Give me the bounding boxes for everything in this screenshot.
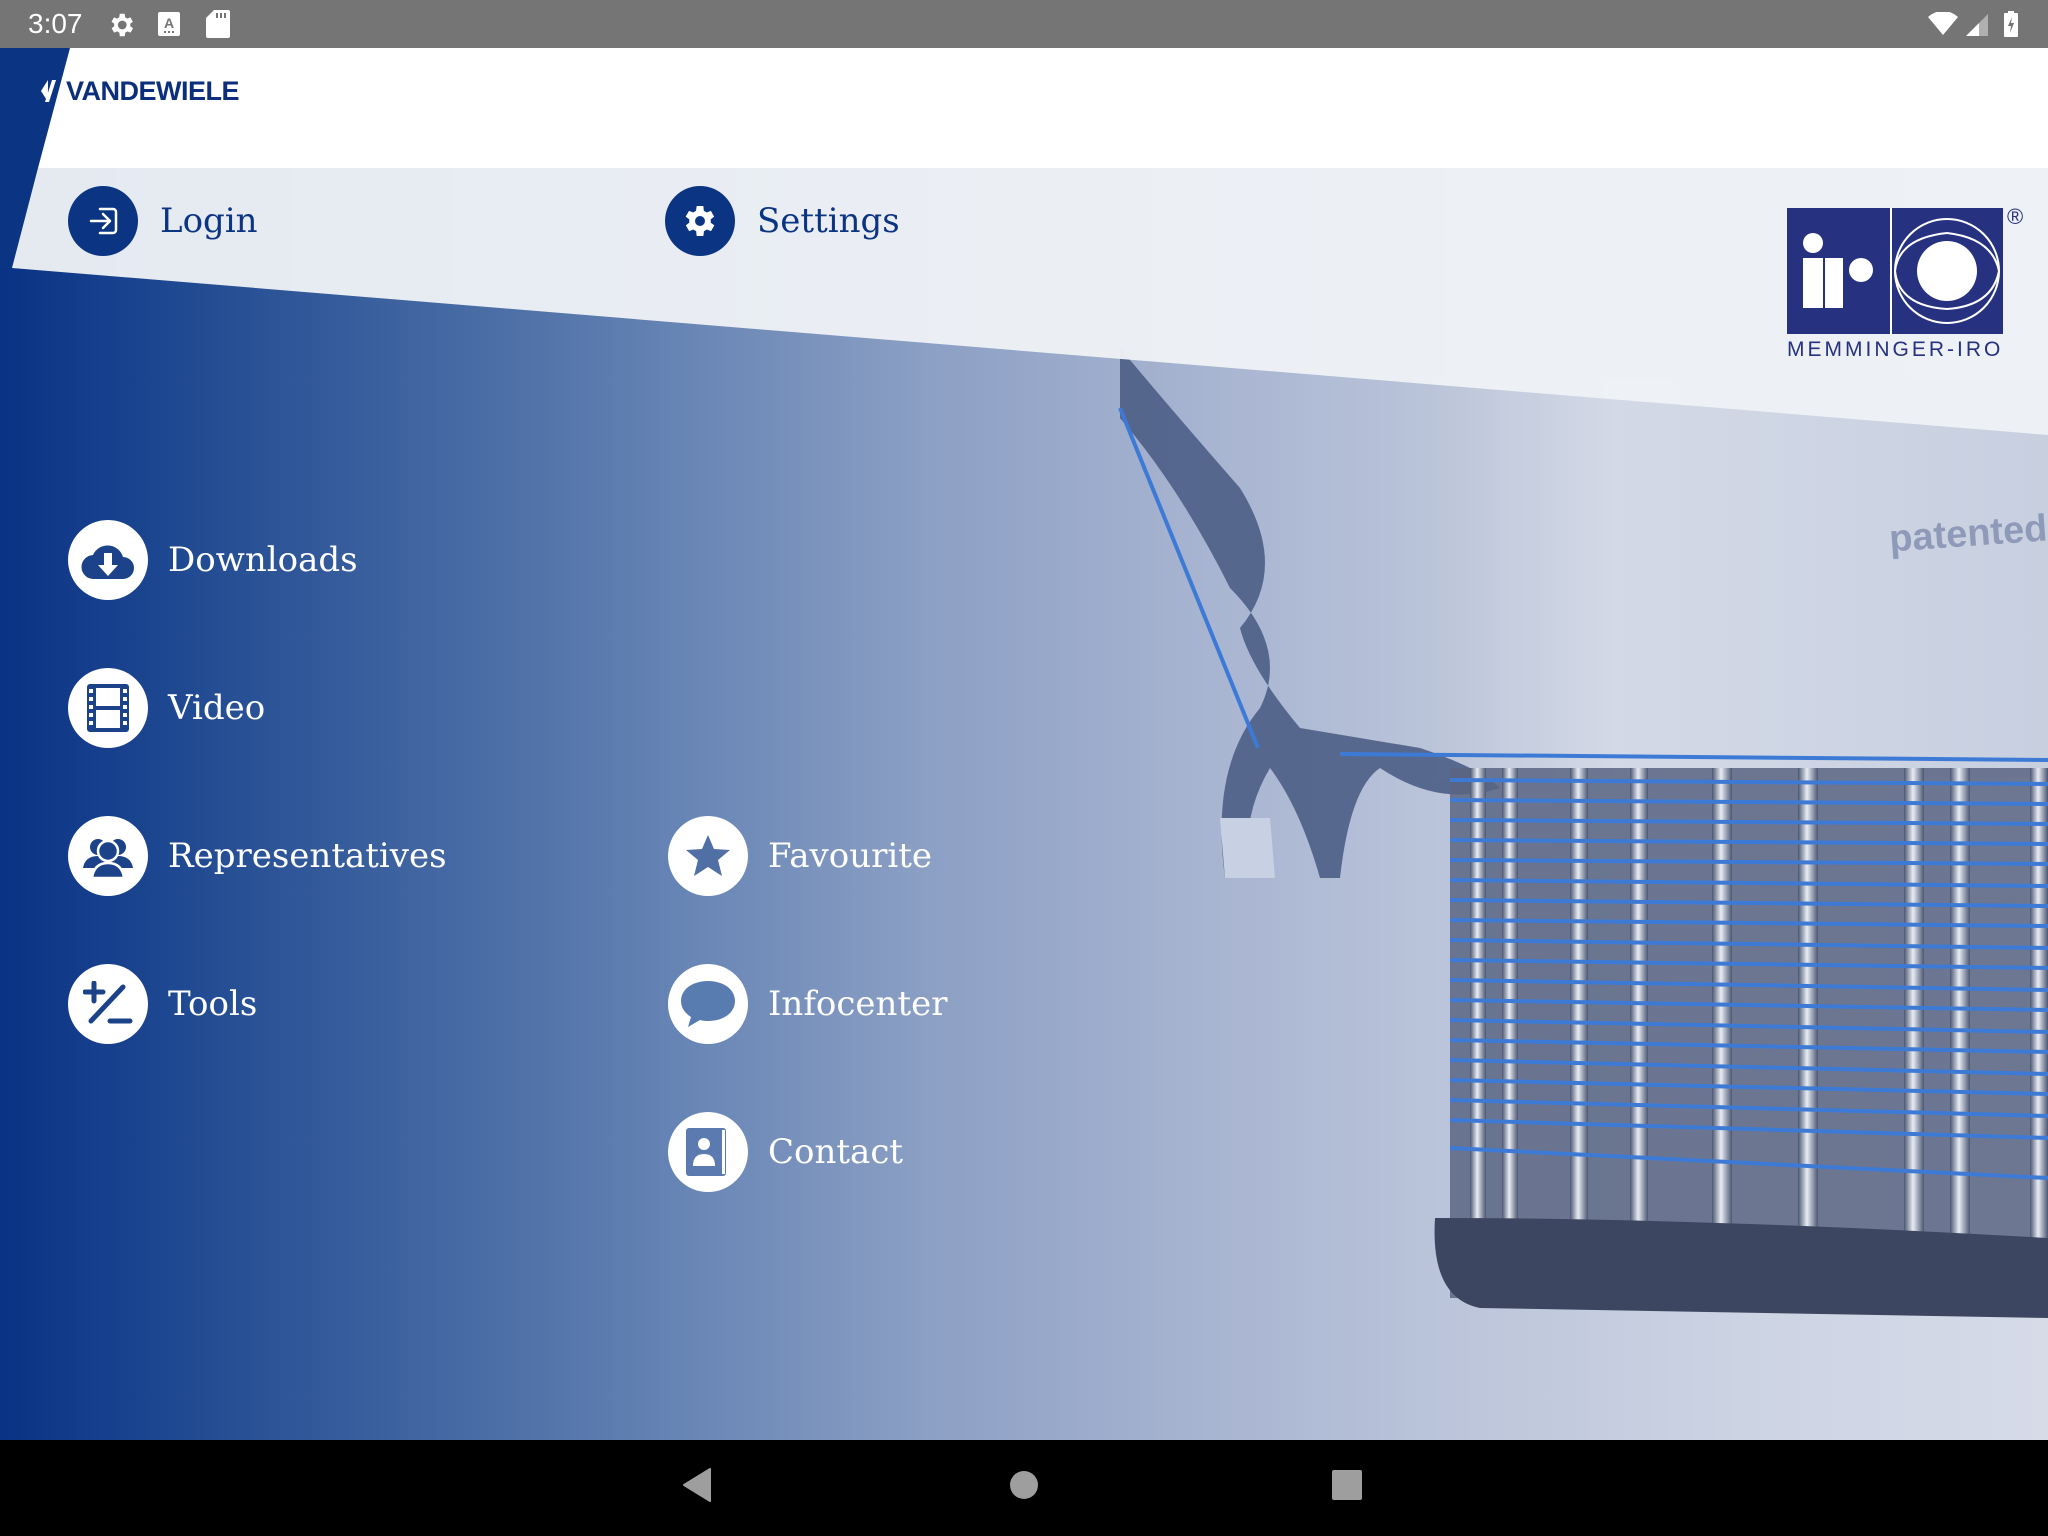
menu-item-representatives[interactable]: Representatives (68, 816, 447, 896)
login-button[interactable]: Login (68, 186, 258, 256)
drum-base-ring (1434, 1218, 2048, 1318)
registered-mark: ® (2007, 204, 2024, 229)
menu-item-favourite[interactable]: Favourite (668, 816, 932, 896)
settings-gear-icon (111, 13, 133, 37)
login-icon (68, 186, 138, 256)
status-time: 3:07 (28, 8, 83, 39)
vandewiele-logo: VANDEWIELE (40, 75, 240, 106)
gear-icon (665, 186, 735, 256)
menu-item-contact[interactable]: Contact (668, 1112, 903, 1192)
representatives-label: Representatives (168, 836, 447, 876)
login-label: Login (160, 201, 258, 241)
status-bar: 3:07 A (0, 0, 2048, 48)
contact-book-icon (668, 1112, 748, 1192)
svg-text:A: A (164, 15, 174, 31)
chat-bubble-icon (668, 964, 748, 1044)
plus-minus-icon (68, 964, 148, 1044)
menu-item-video[interactable]: Video (68, 668, 265, 748)
sd-card-icon (206, 10, 230, 38)
app-home-screen: patented VANDEWIELE Login Settings ® MEM… (0, 48, 2048, 1440)
video-label: Video (168, 688, 266, 728)
contact-label: Contact (768, 1132, 904, 1172)
iro-subtitle: MEMMINGER-IRO (1787, 338, 2004, 361)
brand-name: VANDEWIELE (66, 75, 240, 106)
downloads-label: Downloads (168, 540, 358, 580)
memminger-iro-logo: ® MEMMINGER-IRO (1787, 204, 2023, 362)
menu-item-tools[interactable]: Tools (68, 964, 257, 1044)
header-panel (0, 48, 2048, 435)
menu-item-infocenter[interactable]: Infocenter (668, 964, 947, 1044)
users-icon (68, 816, 148, 896)
battery-charging-icon (2004, 11, 2018, 37)
wifi-icon (1928, 12, 1958, 35)
film-icon (68, 668, 148, 748)
vandewiele-mark-icon (41, 80, 56, 102)
navigation-bar (0, 1440, 2048, 1536)
star-icon (668, 816, 748, 896)
favourite-label: Favourite (768, 836, 933, 876)
keyboard-a-icon: A (158, 12, 180, 36)
infocenter-label: Infocenter (768, 984, 948, 1024)
recents-button[interactable] (1332, 1470, 1362, 1500)
yarn-eyelet (1220, 818, 1275, 878)
back-button[interactable] (682, 1468, 712, 1502)
cloud-download-icon (68, 520, 148, 600)
iro-mark (1787, 208, 2003, 334)
settings-label: Settings (757, 201, 900, 241)
menu-item-downloads[interactable]: Downloads (68, 520, 358, 600)
cellular-signal-icon (1966, 14, 1988, 36)
settings-button[interactable]: Settings (665, 186, 900, 256)
tools-label: Tools (168, 984, 258, 1024)
home-button[interactable] (1009, 1470, 1039, 1500)
